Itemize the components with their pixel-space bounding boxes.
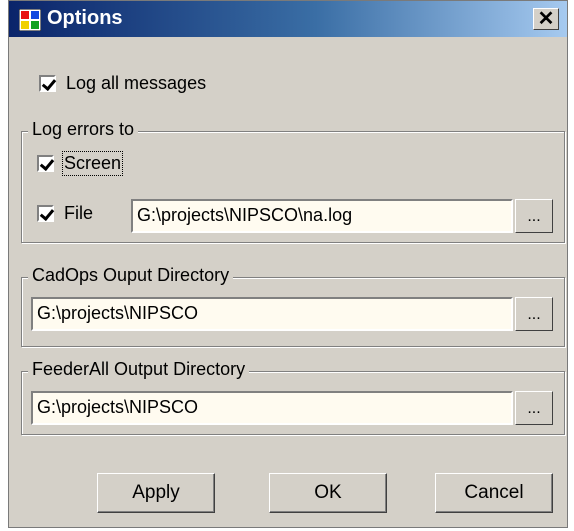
log-all-label: Log all messages	[66, 73, 207, 93]
ellipsis-icon: ...	[527, 306, 541, 323]
screen-label: Screen	[61, 151, 124, 176]
log-file-path-value: G:\projects\NIPSCO\na.log	[137, 205, 353, 225]
checkbox-checked-icon[interactable]	[37, 155, 54, 172]
ok-button[interactable]: OK	[269, 473, 387, 513]
ellipsis-icon: ...	[527, 400, 541, 417]
feederall-directory-input[interactable]: G:\projects\NIPSCO	[31, 391, 513, 425]
cadops-directory-input[interactable]: G:\projects\NIPSCO	[31, 297, 513, 331]
title-bar[interactable]: Options ✕	[9, 1, 567, 37]
options-dialog: Options ✕ Log all messages Log errors to…	[8, 0, 568, 528]
log-errors-legend: Log errors to	[28, 119, 139, 140]
file-checkbox[interactable]: File	[37, 203, 93, 224]
cadops-browse-button[interactable]: ...	[515, 297, 553, 331]
close-button[interactable]: ✕	[533, 8, 559, 30]
cancel-button[interactable]: Cancel	[435, 473, 553, 513]
log-file-browse-button[interactable]: ...	[515, 199, 553, 233]
app-window-icon	[19, 9, 41, 31]
checkbox-checked-icon[interactable]	[37, 205, 54, 222]
log-all-checkbox[interactable]: Log all messages	[39, 73, 206, 94]
checkbox-checked-icon[interactable]	[39, 75, 56, 92]
close-icon: ✕	[537, 8, 555, 30]
apply-button[interactable]: Apply	[97, 473, 215, 513]
dialog-title: Options	[47, 7, 123, 29]
cadops-directory-value: G:\projects\NIPSCO	[37, 303, 199, 323]
file-label: File	[64, 203, 94, 223]
feederall-directory-value: G:\projects\NIPSCO	[37, 397, 199, 417]
log-file-path-input[interactable]: G:\projects\NIPSCO\na.log	[131, 199, 513, 233]
screen-checkbox[interactable]: Screen	[37, 151, 124, 176]
cadops-legend: CadOps Ouput Directory	[28, 265, 234, 286]
ellipsis-icon: ...	[527, 208, 541, 225]
feederall-browse-button[interactable]: ...	[515, 391, 553, 425]
feederall-legend: FeederAll Output Directory	[28, 359, 250, 380]
